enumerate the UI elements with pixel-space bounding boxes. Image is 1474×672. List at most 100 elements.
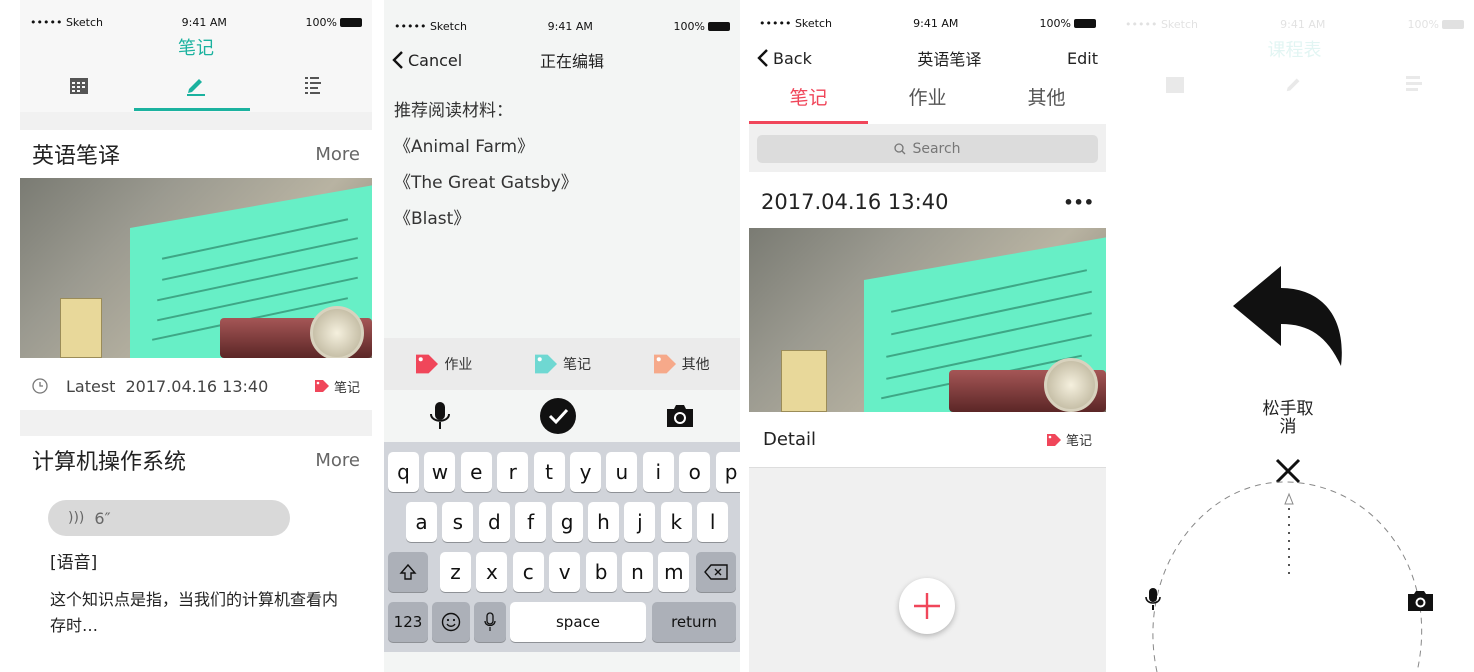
back-label: Back xyxy=(773,48,812,68)
clock: 9:41 AM xyxy=(181,15,227,29)
key-z[interactable]: z xyxy=(440,552,471,592)
tab-other[interactable]: 其他 xyxy=(987,80,1106,124)
detail-link[interactable]: Detail xyxy=(763,429,816,450)
key-t[interactable]: t xyxy=(533,452,565,492)
search-input[interactable]: Search xyxy=(757,135,1098,163)
cancel-button[interactable]: Cancel xyxy=(384,51,494,70)
editor-line: 推荐阅读材料： xyxy=(394,101,513,121)
status-bar: ••••• Sketch 9:41 AM 100% xyxy=(749,13,1106,33)
key-i[interactable]: i xyxy=(642,452,674,492)
key-a[interactable]: a xyxy=(406,502,437,542)
voice-note-player[interactable]: ))) 6″ xyxy=(48,500,290,536)
tag-homework[interactable]: 作业 xyxy=(414,353,472,375)
key-s[interactable]: s xyxy=(442,502,474,542)
delete-key[interactable] xyxy=(696,552,736,592)
shift-key[interactable] xyxy=(388,552,428,592)
key-l[interactable]: l xyxy=(697,502,729,542)
record-gesture-area[interactable] xyxy=(1115,450,1474,672)
list-icon xyxy=(1406,76,1423,91)
timestamp: 2017.04.16 13:40 xyxy=(761,190,949,214)
note-entry[interactable]: 2017.04.16 13:40 ••• Detail 笔记 xyxy=(749,172,1106,468)
editor-screen: ••••• Sketch 9:41 AM 100% Cancel 正在编辑 推荐… xyxy=(384,0,740,672)
battery-level: 100% xyxy=(305,15,337,29)
add-button[interactable] xyxy=(899,578,955,634)
card-heading: 英语笔译 xyxy=(32,144,121,169)
sound-wave-icon: ))) xyxy=(68,510,85,526)
tag-label: 笔记 xyxy=(333,380,360,396)
key-c[interactable]: c xyxy=(512,552,544,592)
space-key[interactable]: space xyxy=(510,602,646,642)
tag-other[interactable]: 其他 xyxy=(652,353,710,375)
emoji-icon xyxy=(441,612,461,632)
emoji-key[interactable] xyxy=(432,602,470,642)
editor-line: 《Animal Farm》 xyxy=(394,137,535,157)
hint-line: 消 xyxy=(1279,417,1297,437)
tab-calendar[interactable] xyxy=(20,70,137,100)
note-card-english[interactable]: 英语笔译 More Latest 2017.04.16 13:40 笔记 xyxy=(20,130,372,410)
cancel-icon xyxy=(1275,458,1301,484)
key-w[interactable]: w xyxy=(424,452,456,492)
more-link[interactable]: More xyxy=(315,450,360,471)
key-h[interactable]: h xyxy=(588,502,619,542)
key-m[interactable]: m xyxy=(658,552,690,592)
voice-duration: 6″ xyxy=(94,508,111,528)
tab-notes[interactable]: 笔记 xyxy=(749,80,868,124)
more-options-button[interactable]: ••• xyxy=(1063,193,1094,212)
microphone-icon[interactable] xyxy=(429,401,451,431)
key-g[interactable]: g xyxy=(551,502,583,542)
pencil-icon xyxy=(1287,78,1300,92)
key-b[interactable]: b xyxy=(585,552,617,592)
tab-homework[interactable]: 作业 xyxy=(868,80,987,124)
tab-list[interactable] xyxy=(255,70,372,100)
clock: 9:41 AM xyxy=(913,16,959,30)
list-icon xyxy=(305,77,322,94)
battery-level: 100% xyxy=(1407,17,1439,31)
key-n[interactable]: n xyxy=(622,552,653,592)
return-key[interactable]: return xyxy=(652,602,736,642)
edit-button[interactable]: Edit xyxy=(1067,49,1098,68)
key-f[interactable]: f xyxy=(515,502,547,542)
voice-record-screen: ••••• Sketch 9:41 AM 100% 课程表 松手取 消 xyxy=(1115,0,1474,672)
tab-notes[interactable] xyxy=(137,70,254,100)
nav-bar: Back 英语笔译 Edit xyxy=(749,38,1106,78)
key-j[interactable]: j xyxy=(624,502,656,542)
dictation-key[interactable] xyxy=(474,602,506,642)
active-tab-indicator xyxy=(134,108,250,111)
key-q[interactable]: q xyxy=(388,452,419,492)
numbers-key[interactable]: 123 xyxy=(388,602,428,642)
key-v[interactable]: v xyxy=(549,552,581,592)
clock: 9:41 AM xyxy=(1280,17,1326,31)
note-detail-screen: ••••• Sketch 9:41 AM 100% Back 英语笔译 Edit… xyxy=(749,0,1106,672)
pencil-icon xyxy=(186,79,205,96)
camera-icon[interactable] xyxy=(665,403,695,429)
battery-icon xyxy=(707,22,730,31)
key-e[interactable]: e xyxy=(460,452,492,492)
back-button[interactable]: Back xyxy=(757,49,812,68)
key-k[interactable]: k xyxy=(660,502,692,542)
tag-notes[interactable]: 笔记 xyxy=(533,353,591,375)
confirm-icon[interactable] xyxy=(539,398,576,434)
backspace-icon xyxy=(704,564,728,580)
carrier: ••••• Sketch xyxy=(1125,17,1198,31)
key-p[interactable]: p xyxy=(715,452,740,492)
key-d[interactable]: d xyxy=(478,502,510,542)
lecture-photo xyxy=(749,228,1106,412)
more-link[interactable]: More xyxy=(315,144,360,165)
key-o[interactable]: o xyxy=(679,452,711,492)
search-placeholder: Search xyxy=(912,141,961,157)
key-y[interactable]: y xyxy=(570,452,601,492)
note-tag[interactable]: 笔记 xyxy=(314,377,360,396)
page-title: 笔记 xyxy=(178,38,214,59)
page-title: 英语笔译 xyxy=(917,50,982,69)
key-u[interactable]: u xyxy=(606,452,638,492)
key-x[interactable]: x xyxy=(476,552,508,592)
microphone-icon xyxy=(484,612,496,631)
key-r[interactable]: r xyxy=(497,452,529,492)
note-tag[interactable]: 笔记 xyxy=(1046,430,1092,449)
chevron-left-icon xyxy=(757,49,768,67)
card-heading: 计算机操作系统 xyxy=(32,450,187,475)
tag-label: 笔记 xyxy=(1065,434,1092,449)
note-card-os[interactable]: 计算机操作系统 More ))) 6″ [语音] 这个知识点是指，当我们的计算机… xyxy=(20,436,372,672)
carrier: ••••• Sketch xyxy=(30,15,103,29)
keyboard: q w e r t y u i o p a s d f g h j k l z x c v b n m 123 space return xyxy=(384,442,740,652)
